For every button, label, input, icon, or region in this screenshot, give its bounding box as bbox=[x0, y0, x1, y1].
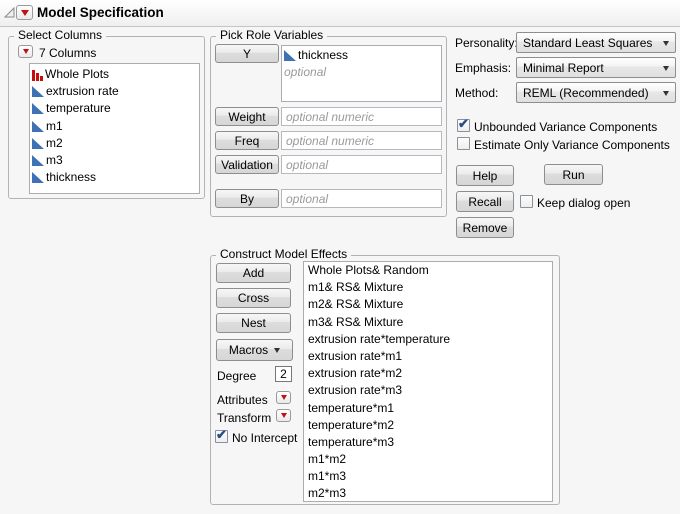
by-role-field[interactable]: optional bbox=[281, 189, 442, 208]
pick-role-variables-label: Pick Role Variables bbox=[216, 28, 327, 42]
continuous-triangle-icon bbox=[32, 86, 44, 97]
validation-role-field[interactable]: optional bbox=[281, 155, 442, 174]
effect-item[interactable]: extrusion rate*m2 bbox=[307, 365, 552, 382]
list-item[interactable]: temperature bbox=[32, 100, 199, 117]
columns-red-triangle-menu-button[interactable] bbox=[18, 45, 33, 58]
select-columns-label: Select Columns bbox=[14, 28, 106, 42]
continuous-triangle-icon bbox=[32, 138, 44, 149]
weight-role-field[interactable]: optional numeric bbox=[281, 107, 442, 126]
select-columns-group: Select Columns 7 Columns Whole Plots ext… bbox=[8, 36, 205, 199]
list-item[interactable]: extrusion rate bbox=[32, 83, 199, 100]
page-title: Model Specification bbox=[37, 5, 164, 20]
disclosure-triangle-icon[interactable] bbox=[3, 6, 16, 19]
by-button[interactable]: By bbox=[215, 189, 279, 208]
pick-role-variables-group: Pick Role Variables Y thickness optional… bbox=[210, 36, 447, 217]
red-triangle-icon bbox=[281, 395, 287, 400]
continuous-triangle-icon bbox=[284, 50, 296, 61]
nominal-bar-chart-icon bbox=[32, 69, 43, 81]
cross-button[interactable]: Cross bbox=[216, 288, 291, 308]
construct-model-effects-group: Construct Model Effects Add Cross Nest M… bbox=[210, 255, 560, 505]
help-button[interactable]: Help bbox=[456, 165, 514, 186]
degree-label: Degree bbox=[217, 369, 256, 383]
effect-item[interactable]: m1*m3 bbox=[307, 468, 552, 485]
recall-button[interactable]: Recall bbox=[456, 191, 514, 212]
columns-count-label: 7 Columns bbox=[39, 46, 96, 60]
unbounded-variance-checkbox[interactable]: ✔ bbox=[457, 119, 470, 132]
nest-button[interactable]: Nest bbox=[216, 313, 291, 333]
transform-red-triangle-menu-button[interactable] bbox=[276, 409, 291, 422]
effect-item[interactable]: m1& RS& Mixture bbox=[307, 279, 552, 296]
attributes-label: Attributes bbox=[217, 393, 268, 407]
list-item[interactable]: m2 bbox=[32, 135, 199, 152]
effect-item[interactable]: m2*m3 bbox=[307, 485, 552, 502]
effect-item[interactable]: temperature*m1 bbox=[307, 400, 552, 417]
continuous-triangle-icon bbox=[32, 103, 44, 114]
model-effects-list: Whole Plots& Random m1& RS& Mixture m2& … bbox=[303, 261, 553, 502]
freq-button[interactable]: Freq bbox=[215, 131, 279, 150]
continuous-triangle-icon bbox=[32, 155, 44, 166]
estimate-only-variance-checkbox[interactable] bbox=[457, 137, 470, 150]
effect-item[interactable]: extrusion rate*m3 bbox=[307, 382, 552, 399]
keep-dialog-open-label: Keep dialog open bbox=[537, 196, 630, 210]
effect-item[interactable]: Whole Plots& Random bbox=[307, 262, 552, 279]
weight-button[interactable]: Weight bbox=[215, 107, 279, 126]
chevron-down-icon bbox=[663, 66, 669, 71]
attributes-red-triangle-menu-button[interactable] bbox=[276, 391, 291, 404]
emphasis-dropdown[interactable]: Minimal Report bbox=[516, 57, 676, 78]
red-triangle-icon bbox=[23, 49, 29, 54]
effect-item[interactable]: m1*m2 bbox=[307, 451, 552, 468]
macros-dropdown-button[interactable]: Macros bbox=[216, 339, 293, 361]
no-intercept-label: No Intercept bbox=[232, 431, 297, 445]
method-label: Method: bbox=[455, 86, 498, 100]
add-button[interactable]: Add bbox=[216, 263, 291, 283]
red-triangle-icon bbox=[281, 413, 287, 418]
list-item[interactable]: Whole Plots bbox=[32, 66, 199, 83]
y-optional-placeholder: optional bbox=[284, 64, 326, 81]
validation-button[interactable]: Validation bbox=[215, 155, 279, 174]
continuous-triangle-icon bbox=[32, 121, 44, 132]
list-item[interactable]: m3 bbox=[32, 152, 199, 169]
list-item[interactable]: m1 bbox=[32, 118, 199, 135]
remove-button[interactable]: Remove bbox=[456, 217, 514, 238]
title-bar: Model Specification bbox=[0, 0, 680, 27]
keep-dialog-open-checkbox[interactable] bbox=[520, 195, 533, 208]
list-item[interactable]: thickness bbox=[32, 169, 199, 186]
personality-label: Personality: bbox=[455, 36, 518, 50]
effect-item[interactable]: m2& RS& Mixture bbox=[307, 296, 552, 313]
model-specification-dialog: Model Specification Select Columns 7 Col… bbox=[0, 0, 680, 514]
chevron-down-icon bbox=[663, 41, 669, 46]
transform-label: Transform bbox=[217, 411, 271, 425]
estimate-only-variance-label: Estimate Only Variance Components bbox=[474, 138, 670, 152]
chevron-down-icon bbox=[663, 91, 669, 96]
effect-item[interactable]: extrusion rate*temperature bbox=[307, 331, 552, 348]
effect-item[interactable]: temperature*m2 bbox=[307, 417, 552, 434]
degree-input[interactable] bbox=[275, 366, 292, 382]
method-dropdown[interactable]: REML (Recommended) bbox=[516, 82, 676, 103]
construct-model-effects-label: Construct Model Effects bbox=[216, 247, 351, 261]
no-intercept-checkbox[interactable]: ✔ bbox=[215, 430, 228, 443]
y-role-list[interactable]: thickness optional bbox=[281, 45, 442, 102]
freq-role-field[interactable]: optional numeric bbox=[281, 131, 442, 150]
unbounded-variance-label: Unbounded Variance Components bbox=[474, 120, 657, 134]
continuous-triangle-icon bbox=[32, 172, 44, 183]
effect-item[interactable]: m3& RS& Mixture bbox=[307, 314, 552, 331]
chevron-down-icon bbox=[274, 348, 280, 353]
columns-list: Whole Plots extrusion rate temperature m… bbox=[29, 63, 200, 194]
y-role-item[interactable]: thickness bbox=[284, 47, 441, 64]
effect-item[interactable]: extrusion rate*m1 bbox=[307, 348, 552, 365]
effect-item[interactable]: temperature*m3 bbox=[307, 434, 552, 451]
emphasis-label: Emphasis: bbox=[455, 61, 511, 75]
personality-dropdown[interactable]: Standard Least Squares bbox=[516, 32, 676, 53]
y-button[interactable]: Y bbox=[215, 44, 279, 63]
run-button[interactable]: Run bbox=[544, 164, 603, 185]
red-triangle-icon bbox=[21, 10, 29, 16]
red-triangle-menu-button[interactable] bbox=[16, 5, 33, 20]
